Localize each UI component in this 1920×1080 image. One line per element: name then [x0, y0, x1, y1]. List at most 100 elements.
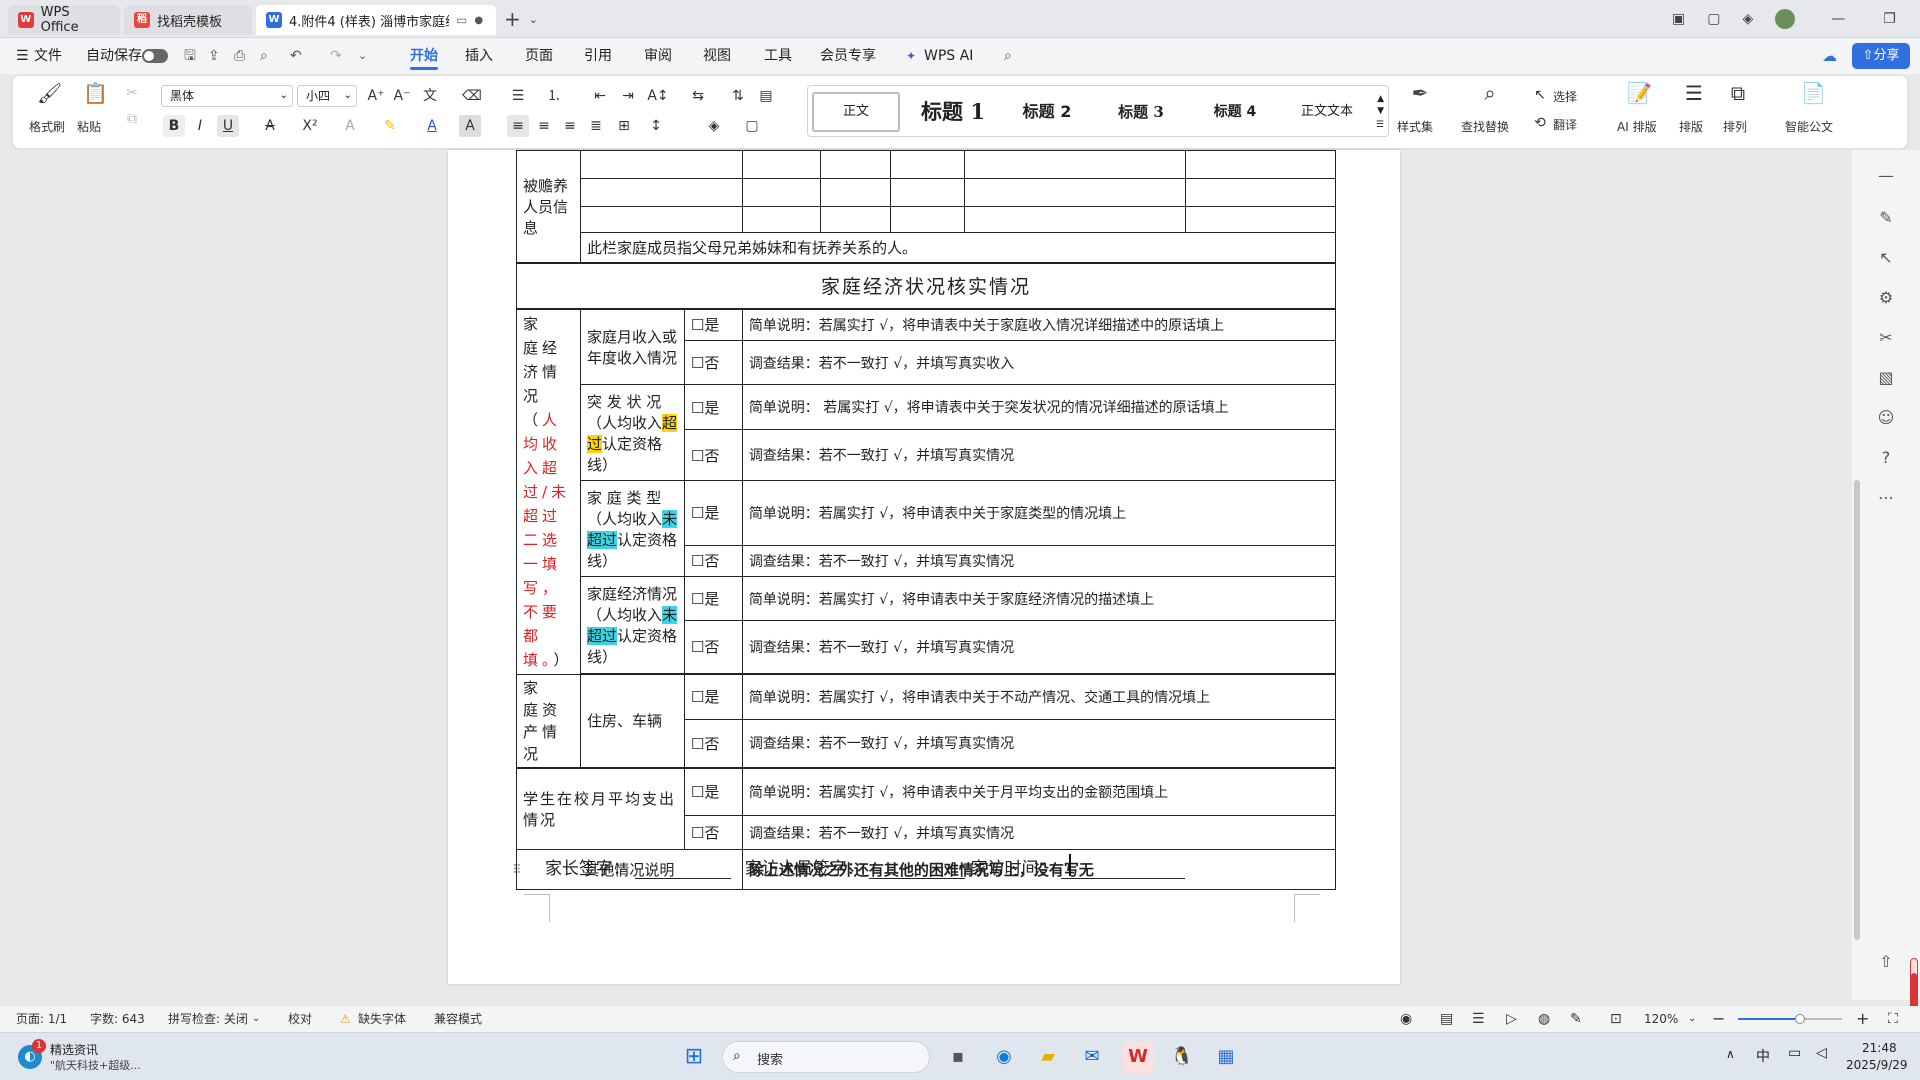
font-color-icon[interactable]: A	[421, 115, 443, 137]
tab-reference[interactable]: 引用	[584, 38, 612, 74]
pen-icon[interactable]: ✎	[1874, 206, 1898, 230]
undo-icon[interactable]: ↶	[290, 38, 302, 74]
align-center-button[interactable]: ≡	[533, 115, 555, 137]
shading-icon[interactable]: ◈	[703, 115, 725, 137]
autosave-toggle[interactable]	[142, 49, 168, 63]
clock-time[interactable]: 21:48	[1862, 1041, 1897, 1055]
style-set-label[interactable]: 样式集	[1397, 118, 1433, 135]
align-left-button[interactable]: ≡	[507, 115, 529, 137]
page-view-icon[interactable]: ▤	[1440, 1006, 1453, 1032]
help-icon[interactable]: ?	[1874, 446, 1898, 470]
clear-format-icon[interactable]: ⌫	[461, 85, 483, 107]
word-count[interactable]: 字数: 643	[90, 1006, 145, 1032]
increase-indent-icon[interactable]: ⇥	[617, 85, 639, 107]
search-box[interactable]: ⌕ 搜索	[722, 1041, 930, 1073]
menu-icon[interactable]: ☰	[16, 38, 29, 74]
tab-insert[interactable]: 插入	[465, 38, 493, 74]
eye-icon[interactable]: ◉	[1400, 1006, 1412, 1032]
windows-start-icon[interactable]: ⊞	[678, 1041, 710, 1073]
outline-view-icon[interactable]: ☰	[1472, 1006, 1485, 1032]
numbered-list-icon[interactable]: ⒈	[543, 85, 565, 107]
web-view-icon[interactable]: ◍	[1538, 1006, 1550, 1032]
layout-label[interactable]: 排版	[1679, 118, 1703, 135]
zoom-level[interactable]: 120%	[1644, 1006, 1678, 1032]
tab-review[interactable]: 审阅	[644, 38, 672, 74]
zoom-in-icon[interactable]: +	[1856, 1006, 1869, 1032]
spell-check[interactable]: 拼写检查: 关闭	[168, 1006, 248, 1032]
tab-wps-office[interactable]: W WPS Office	[8, 5, 120, 35]
preview-icon[interactable]: ⌕	[260, 38, 268, 74]
char-shading-icon[interactable]: A	[459, 115, 481, 137]
tab-wps-ai[interactable]: WPS AI	[924, 38, 973, 74]
align-right-button[interactable]: ≡	[559, 115, 581, 137]
document-page[interactable]: 被赡养人员信息 此栏家庭成员指父母兄弟姊妹和有抚养关系的人。 家庭经济状况核实情…	[448, 150, 1400, 984]
line-spacing-icon[interactable]: ↕	[645, 115, 667, 137]
gallery-down-icon[interactable]: ▼	[1377, 106, 1384, 116]
fit-page-icon[interactable]: ⊡	[1610, 1006, 1622, 1032]
border-icon[interactable]: ▢	[741, 115, 763, 137]
tab-page[interactable]: 页面	[525, 38, 553, 74]
cursor-icon[interactable]: ↖	[1874, 246, 1898, 270]
checkbox-yes[interactable]: ☐是	[683, 673, 743, 721]
style-body-text[interactable]: 正文文本	[1284, 92, 1370, 132]
checkbox-no[interactable]: ☐否	[683, 620, 743, 674]
news-widget[interactable]: ◐ 1 精选资讯 "航天科技+超级...	[14, 1039, 184, 1075]
chevron-down-icon[interactable]: ⌄	[1688, 1006, 1696, 1032]
app-icon[interactable]: ▦	[1210, 1041, 1242, 1073]
zoom-out-icon[interactable]: −	[1712, 1006, 1725, 1032]
checkbox-no[interactable]: ☐否	[683, 719, 743, 768]
image-edit-icon[interactable]: ▧	[1874, 366, 1898, 390]
robot-icon[interactable]: ☺	[1874, 406, 1898, 430]
tab-member[interactable]: 会员专享	[820, 38, 876, 74]
file-explorer-icon[interactable]: ▰	[1032, 1041, 1064, 1073]
outlook-icon[interactable]: ✉	[1076, 1041, 1108, 1073]
font-family-select[interactable]: 黑体 ⌄	[161, 85, 293, 107]
cube-icon[interactable]: ◈	[1742, 11, 1753, 27]
checkbox-no[interactable]: ☐否	[683, 429, 743, 482]
find-icon[interactable]: ⌕	[1479, 82, 1501, 104]
grow-font-icon[interactable]: A⁺	[365, 85, 387, 107]
tab-home[interactable]: 开始	[406, 38, 442, 74]
select-icon[interactable]: ↖	[1529, 84, 1551, 106]
upload-icon[interactable]: ⇧	[1874, 950, 1898, 974]
convert-icon[interactable]: ⇆	[687, 85, 709, 107]
more-chevron-icon[interactable]: ⌄	[358, 38, 367, 74]
smart-doc-label[interactable]: 智能公文	[1785, 118, 1833, 135]
paste-label[interactable]: 粘贴	[77, 118, 101, 135]
sort-icon[interactable]: ⇅	[727, 85, 749, 107]
cloud-upload-icon[interactable]: ☁	[1822, 38, 1837, 74]
format-painter-icon[interactable]: 🖌	[37, 82, 62, 104]
scroll-track[interactable]	[1852, 150, 1862, 990]
scroll-thumb[interactable]	[1854, 480, 1860, 940]
checkbox-no[interactable]: ☐否	[683, 544, 743, 578]
ime-indicator[interactable]: 中	[1756, 1046, 1770, 1066]
window-icon[interactable]: ▢	[1707, 11, 1720, 27]
print-icon[interactable]: ⎙	[234, 38, 245, 74]
paste-icon[interactable]: 📋	[83, 82, 108, 104]
qq-icon[interactable]: 🐧	[1166, 1041, 1198, 1073]
justify-button[interactable]: ≣	[585, 115, 607, 137]
style-heading-2[interactable]: 标题 2	[1004, 92, 1090, 132]
strikethrough-button[interactable]: A	[259, 115, 281, 137]
ai-layout-label[interactable]: AI 排版	[1617, 118, 1657, 135]
missing-font[interactable]: 缺失字体	[358, 1006, 406, 1032]
style-set-icon[interactable]: ✒	[1409, 82, 1431, 104]
edge-icon[interactable]: ◉	[988, 1041, 1020, 1073]
tab-document[interactable]: W 4.附件4 (样表) 淄博市家庭经 ▭ ●	[256, 5, 496, 35]
collapse-icon[interactable]: —	[1874, 164, 1898, 188]
pen-icon[interactable]: ✎	[1570, 1006, 1582, 1032]
translate-label[interactable]: 翻译	[1553, 116, 1577, 133]
gallery-up-icon[interactable]: ▲	[1377, 94, 1384, 104]
redo-icon[interactable]: ↷	[330, 38, 342, 74]
italic-button[interactable]: I	[189, 115, 211, 137]
tools-icon[interactable]: ✂	[1874, 326, 1898, 350]
gallery-more-icon[interactable]: ☰	[1376, 120, 1384, 130]
chevron-down-icon[interactable]: ⌄	[252, 1006, 260, 1032]
task-view-icon[interactable]: ▪	[942, 1041, 974, 1073]
zoom-slider-knob[interactable]	[1795, 1014, 1806, 1024]
adjust-icon[interactable]: ⚙	[1874, 286, 1898, 310]
text-effect-icon[interactable]: A	[339, 115, 361, 137]
page-count[interactable]: 页面: 1/1	[16, 1006, 67, 1032]
copy-icon[interactable]: ⧉	[121, 108, 143, 130]
volume-icon[interactable]: ◁	[1816, 1045, 1827, 1061]
